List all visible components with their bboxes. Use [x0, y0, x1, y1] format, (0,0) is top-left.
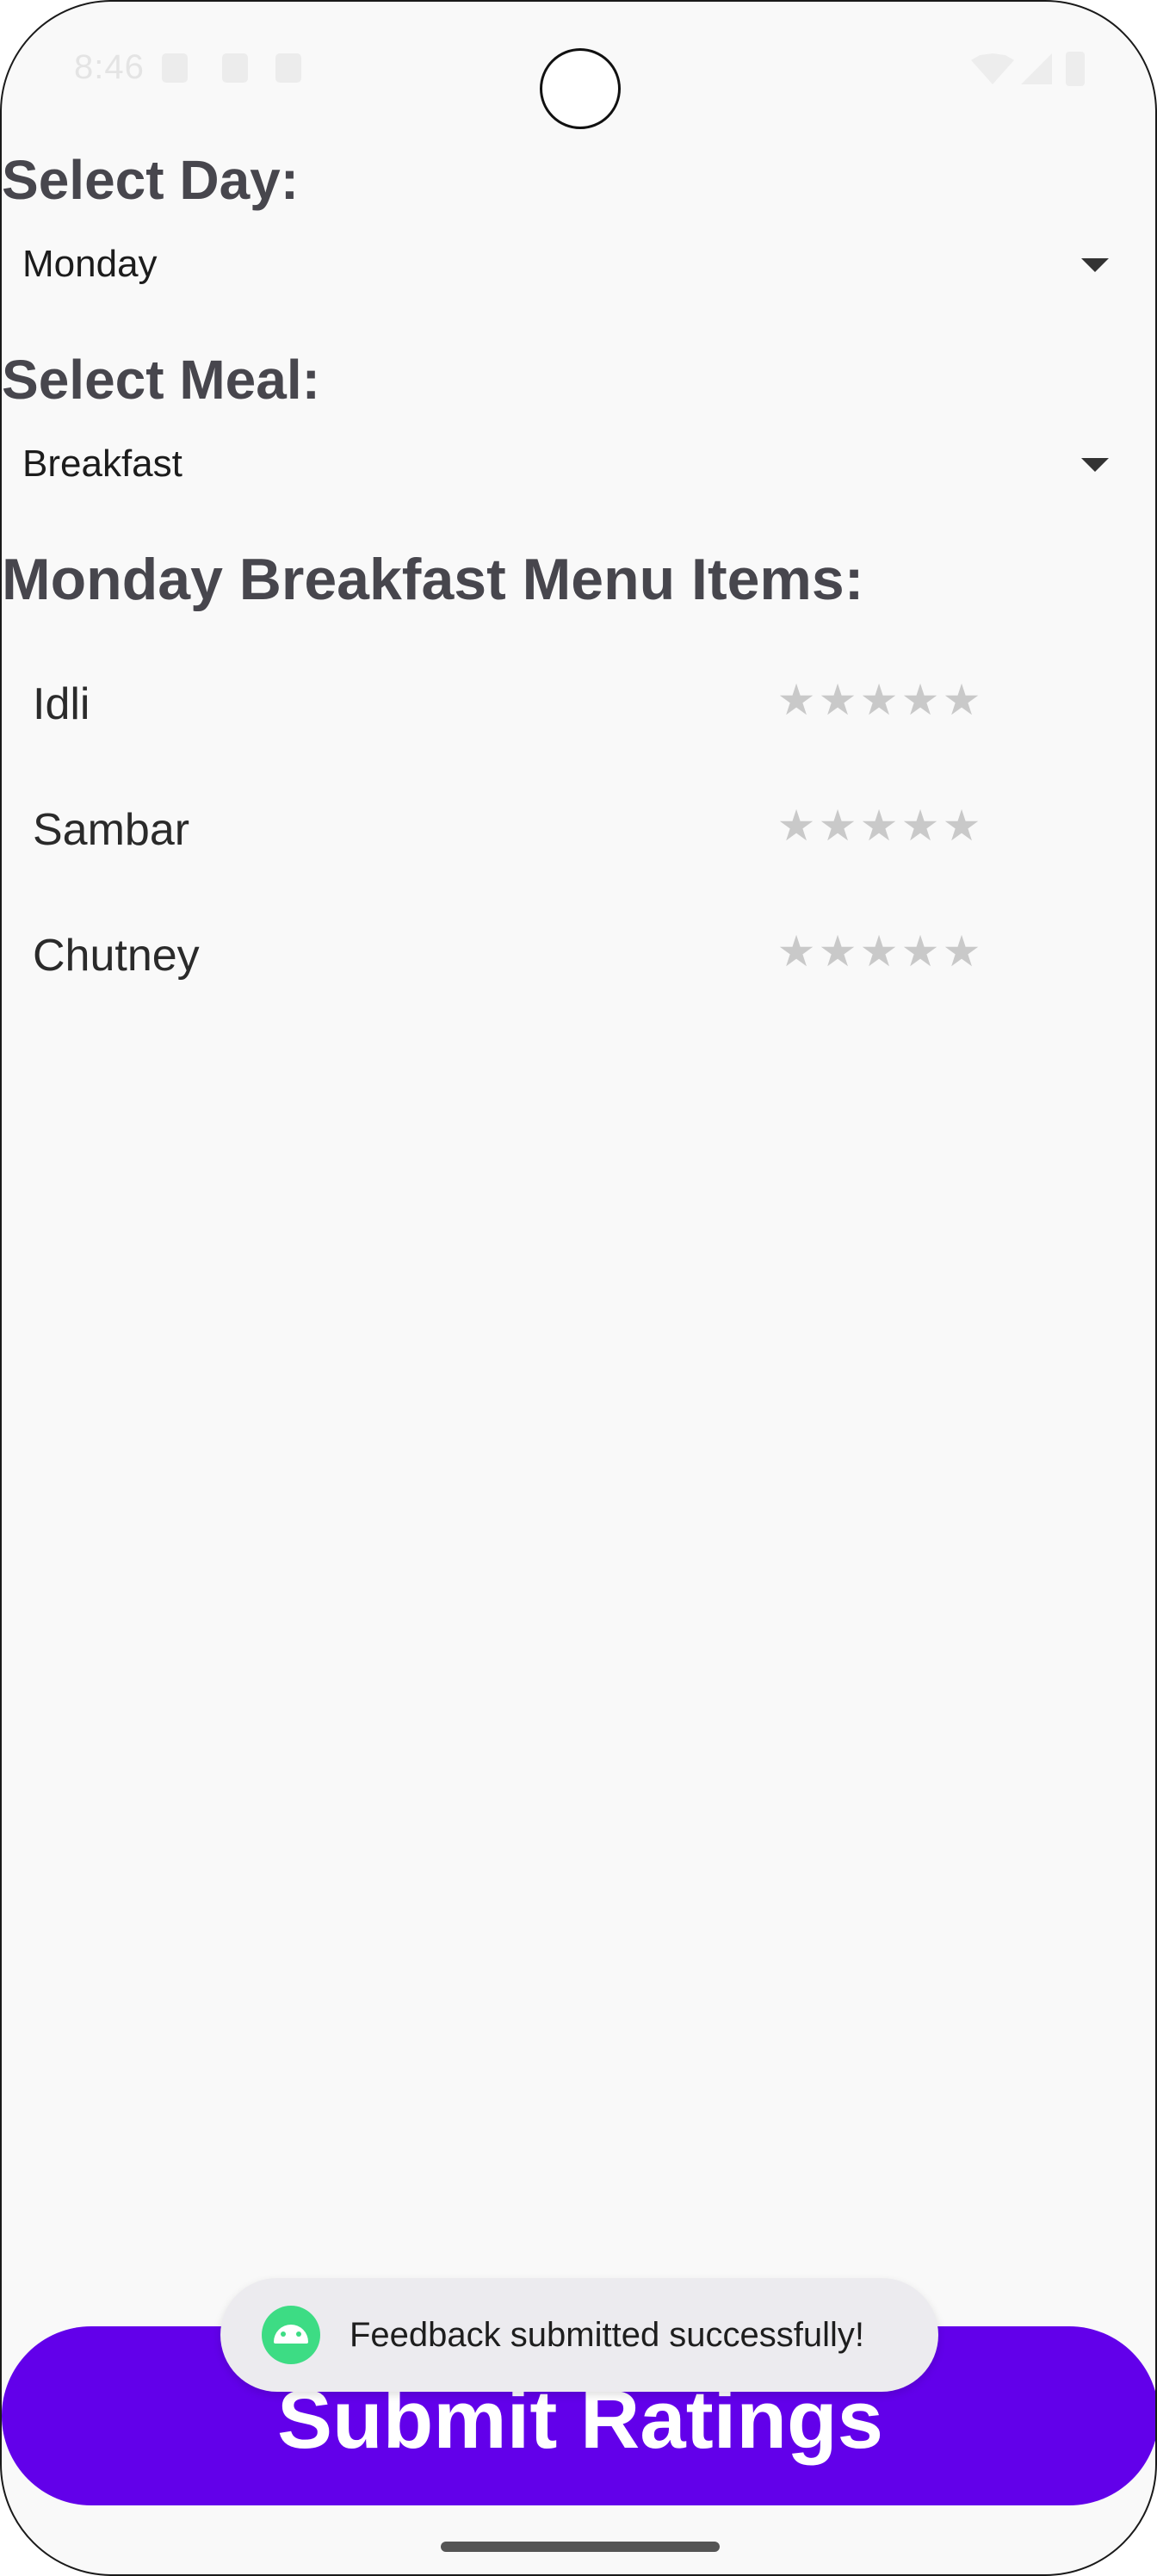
star-icon[interactable]: ★ [775, 801, 816, 851]
star-icon[interactable]: ★ [775, 926, 816, 976]
meal-spinner-value: Breakfast [22, 443, 183, 485]
battery-icon [1066, 52, 1085, 86]
star-icon[interactable]: ★ [899, 801, 940, 851]
menu-item-name: Sambar [33, 805, 190, 855]
star-icon[interactable]: ★ [940, 801, 981, 851]
day-spinner[interactable]: Monday [2, 224, 1155, 310]
meal-spinner[interactable]: Breakfast [2, 424, 1155, 510]
wifi-icon [971, 53, 1014, 84]
dropdown-arrow-icon [1081, 258, 1109, 272]
star-icon[interactable]: ★ [857, 926, 899, 976]
menu-title: Monday Breakfast Menu Items: [2, 547, 864, 612]
menu-item-row: Sambar ★ ★ ★ ★ ★ [2, 782, 1155, 885]
rating-bar[interactable]: ★ ★ ★ ★ ★ [775, 926, 981, 976]
status-bar: 8:46 [2, 2, 1155, 139]
android-icon [262, 2306, 320, 2364]
toast-message: Feedback submitted successfully! [350, 2316, 865, 2354]
day-spinner-value: Monday [22, 243, 158, 285]
home-indicator[interactable] [441, 2542, 720, 2552]
menu-item-row: Idli ★ ★ ★ ★ ★ [2, 656, 1155, 759]
notification-icon [222, 53, 248, 83]
star-icon[interactable]: ★ [940, 675, 981, 725]
menu-item-row: Chutney ★ ★ ★ ★ ★ [2, 907, 1155, 1011]
star-icon[interactable]: ★ [816, 675, 857, 725]
menu-item-name: Idli [33, 679, 90, 729]
star-icon[interactable]: ★ [816, 801, 857, 851]
dropdown-arrow-icon [1081, 458, 1109, 472]
signal-icon [1021, 53, 1052, 84]
star-icon[interactable]: ★ [857, 675, 899, 725]
vpn-icon [162, 53, 188, 83]
select-meal-label: Select Meal: [2, 349, 320, 411]
star-icon[interactable]: ★ [816, 926, 857, 976]
star-icon[interactable]: ★ [940, 926, 981, 976]
status-time: 8:46 [74, 48, 145, 86]
star-icon[interactable]: ★ [899, 926, 940, 976]
select-day-label: Select Day: [2, 149, 300, 211]
rating-bar[interactable]: ★ ★ ★ ★ ★ [775, 801, 981, 851]
rating-bar[interactable]: ★ ★ ★ ★ ★ [775, 675, 981, 725]
toast: Feedback submitted successfully! [220, 2278, 938, 2392]
menu-item-name: Chutney [33, 931, 200, 981]
camera-cutout [540, 48, 621, 129]
app-screen: 8:46 Select Day: Monday Select Meal: Bre… [0, 0, 1157, 2576]
sim-icon [275, 53, 301, 83]
star-icon[interactable]: ★ [899, 675, 940, 725]
star-icon[interactable]: ★ [775, 675, 816, 725]
star-icon[interactable]: ★ [857, 801, 899, 851]
